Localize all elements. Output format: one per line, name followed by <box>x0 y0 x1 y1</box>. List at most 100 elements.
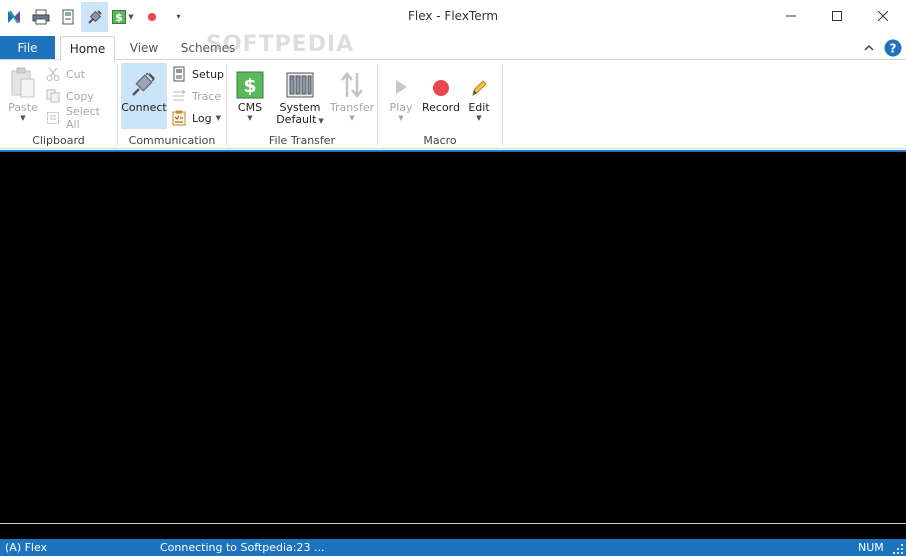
tab-home[interactable]: Home <box>60 36 115 61</box>
log-button[interactable]: Log ▼ <box>170 108 221 128</box>
setup-device-icon <box>173 66 185 82</box>
copy-icon <box>46 89 60 103</box>
setup-button[interactable]: Setup <box>170 64 224 84</box>
printer-icon <box>32 9 49 24</box>
maximize-button[interactable] <box>814 0 860 32</box>
dollar-icon: $ <box>112 9 127 24</box>
scissors-icon <box>46 67 60 81</box>
trace-icon <box>173 89 186 101</box>
select-all-button[interactable]: Select All <box>44 105 117 131</box>
tab-file[interactable]: File <box>0 36 55 60</box>
customize-qat-button[interactable]: ▾ <box>165 2 192 32</box>
cms-label: CMS <box>237 101 263 114</box>
customize-arrow-icon: ▾ <box>176 12 181 21</box>
communication-group: Connect Setup Trace Log ▼ Communication <box>118 60 226 149</box>
select-all-icon <box>46 112 59 124</box>
svg-text:?: ? <box>890 42 897 56</box>
connect-plug-icon <box>132 72 155 96</box>
status-bar: (A) Flex Connecting to Softpedia:23 ... … <box>0 539 906 556</box>
connect-qat-button[interactable] <box>81 1 108 32</box>
edit-dropdown-icon: ▼ <box>476 114 482 122</box>
setup-qat-button[interactable] <box>54 2 81 32</box>
paste-dropdown-icon: ▼ <box>20 114 26 122</box>
quick-access-toolbar: $ ▼ ▾ <box>0 0 192 33</box>
trace-button[interactable]: Trace <box>170 86 221 106</box>
communication-group-label: Communication <box>128 134 216 147</box>
record-button[interactable]: Record <box>420 63 462 129</box>
play-dropdown-icon: ▼ <box>398 114 404 122</box>
close-button[interactable] <box>860 0 906 32</box>
log-icon <box>172 110 186 126</box>
system-default-label: System Default ▼ <box>276 102 324 127</box>
play-icon <box>396 80 407 94</box>
print-button[interactable] <box>27 2 54 32</box>
resize-grip-icon[interactable] <box>893 544 903 554</box>
paste-label: Paste <box>8 101 38 114</box>
chevron-up-icon <box>864 44 874 51</box>
status-message: Connecting to Softpedia:23 ... <box>160 541 325 554</box>
play-label: Play <box>389 101 413 114</box>
terminal-screen[interactable] <box>0 150 906 523</box>
svg-text:$: $ <box>243 75 256 97</box>
trace-label: Trace <box>192 89 222 103</box>
system-default-dropdown-icon: ▼ <box>318 117 324 125</box>
cms-button[interactable]: $ CMS ▼ <box>233 63 267 129</box>
device-icon <box>62 9 73 24</box>
copy-label: Copy <box>66 89 94 103</box>
record-label: Record <box>421 101 460 114</box>
select-all-label: Select All <box>65 105 100 131</box>
flex-logo-icon <box>7 9 20 24</box>
cms-qat-button[interactable]: $ ▼ <box>108 2 138 32</box>
record-icon <box>147 12 156 21</box>
group-divider <box>502 64 503 146</box>
cut-label: Cut <box>66 67 85 81</box>
terminal-input-area[interactable] <box>0 523 906 539</box>
file-transfer-group: $ CMS ▼ System Default ▼ Transfer ▼ File… <box>227 60 377 149</box>
minimize-icon <box>786 15 796 17</box>
transfer-button[interactable]: Transfer ▼ <box>329 63 375 129</box>
ribbon: Paste ▼ Cut Copy Select All Clipboard Co… <box>0 59 906 149</box>
clipboard-group-label: Clipboard <box>32 134 85 147</box>
system-default-icon <box>286 72 314 98</box>
paste-button[interactable]: Paste ▼ <box>4 63 42 129</box>
collapse-ribbon-button[interactable] <box>858 37 880 59</box>
transfer-label: Transfer <box>329 101 375 114</box>
cms-dollar-icon: $ <box>236 71 264 99</box>
chevron-down-icon: ▼ <box>128 12 134 21</box>
tab-view[interactable]: View <box>122 36 166 60</box>
transfer-dropdown-icon: ▼ <box>349 114 355 122</box>
cms-dropdown-icon: ▼ <box>247 114 253 122</box>
system-default-button[interactable]: System Default ▼ <box>275 63 325 129</box>
paste-icon <box>11 67 35 98</box>
plug-connect-icon <box>87 9 102 24</box>
system-default-label-line2: Default <box>276 113 317 126</box>
minimize-button[interactable] <box>768 0 814 32</box>
help-button[interactable]: ? <box>882 37 904 59</box>
play-button[interactable]: Play ▼ <box>384 63 418 129</box>
status-session: (A) Flex <box>5 541 48 554</box>
edit-label: Edit <box>468 101 490 114</box>
status-num-lock: NUM <box>858 541 884 554</box>
record-qat-button[interactable] <box>138 2 165 32</box>
cut-button[interactable]: Cut <box>44 64 85 84</box>
svg-text:$: $ <box>115 11 123 24</box>
file-transfer-group-label: File Transfer <box>268 134 336 147</box>
transfer-arrows-icon <box>341 72 363 98</box>
help-icon: ? <box>884 39 902 57</box>
connect-button[interactable]: Connect <box>121 63 167 129</box>
macro-group: Play ▼ Record Edit ▼ Macro <box>378 60 502 149</box>
log-label: Log <box>192 111 212 125</box>
title-bar: $ ▼ ▾ Flex - FlexTerm <box>0 0 906 33</box>
app-icon[interactable] <box>0 2 27 32</box>
window-controls <box>768 0 906 32</box>
macro-group-label: Macro <box>423 134 457 147</box>
ribbon-tabs: File Home View Schemes SOFTPEDIA ? <box>0 32 906 61</box>
setup-label: Setup <box>192 67 225 81</box>
log-dropdown-icon: ▼ <box>215 114 222 122</box>
tab-schemes[interactable]: Schemes <box>178 36 238 60</box>
copy-button[interactable]: Copy <box>44 86 94 106</box>
maximize-icon <box>832 11 842 21</box>
record-circle-icon <box>433 80 449 96</box>
clipboard-group: Paste ▼ Cut Copy Select All Clipboard <box>0 60 117 149</box>
edit-button[interactable]: Edit ▼ <box>464 63 494 129</box>
